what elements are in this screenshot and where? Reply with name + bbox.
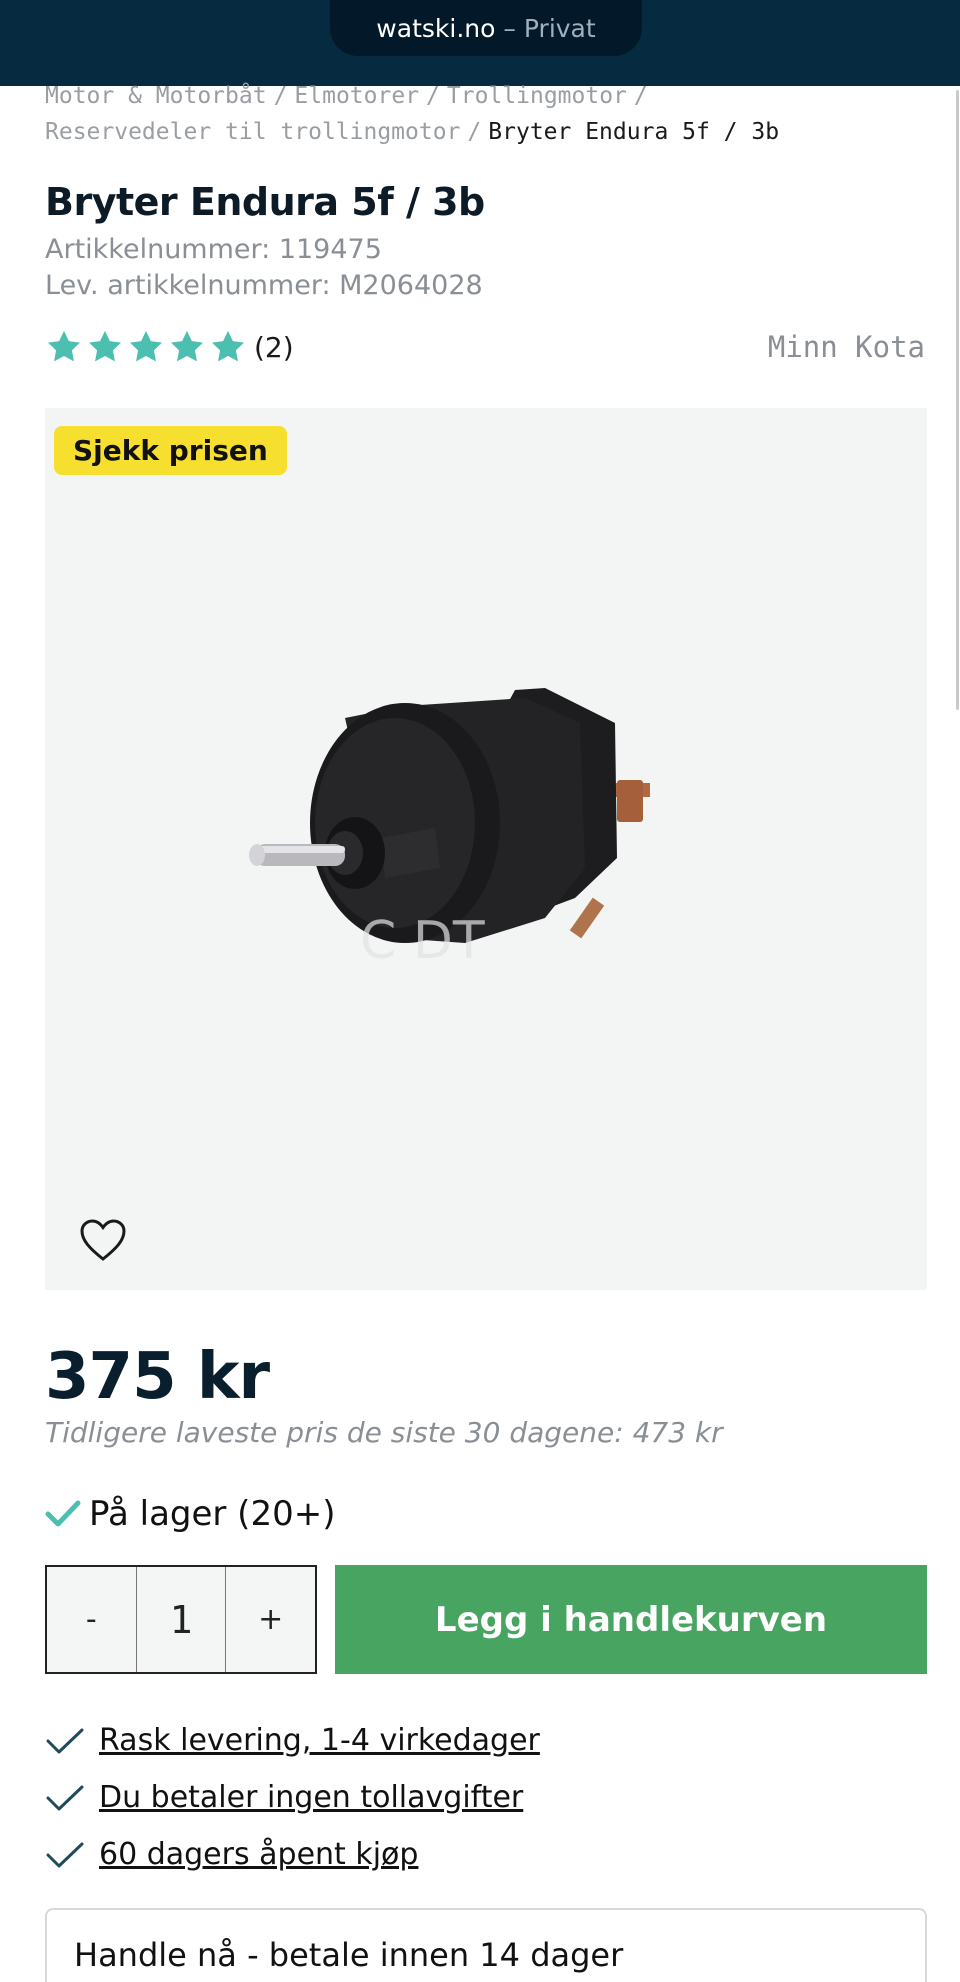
browser-topbar: watski.no – Privat (0, 0, 960, 86)
benefits-list: Rask levering, 1-4 virkedager Du betaler… (45, 1712, 540, 1883)
benefit-item: Rask levering, 1-4 virkedager (45, 1712, 540, 1769)
star-icon (212, 330, 244, 362)
breadcrumb-link-elmotorer[interactable]: Elmotorer (294, 83, 419, 109)
breadcrumb-link-reservedeler[interactable]: Reservedeler til trollingmotor (45, 119, 460, 145)
stock-label: På lager (20+) (89, 1494, 336, 1534)
star-icon (48, 330, 80, 362)
private-mode-label: Privat (523, 13, 596, 43)
check-icon (46, 1785, 84, 1810)
price-check-badge: Sjekk prisen (54, 426, 287, 475)
star-icon (130, 330, 162, 362)
article-number: Artikkelnummer: 119475 (45, 234, 382, 265)
breadcrumb: Motor & Motorbåt / Elmotorer / Trollingmotor… (45, 78, 925, 150)
product-image-area[interactable]: Sjekk prisen C DT (45, 408, 927, 1290)
benefit-item: 60 dagers åpent kjøp (45, 1826, 540, 1883)
benefit-item: Du betaler ingen tollavgifter (45, 1769, 540, 1826)
benefit-link-customs[interactable]: Du betaler ingen tollavgifter (99, 1780, 523, 1815)
breadcrumb-link-trollingmotor[interactable]: Trollingmotor (447, 83, 627, 109)
payment-option-label: Handle nå - betale innen 14 dager (74, 1936, 624, 1974)
check-icon (46, 1728, 84, 1753)
product-title: Bryter Endura 5f / 3b (45, 180, 485, 224)
decrement-button[interactable]: - (47, 1567, 136, 1672)
quantity-stepper: - 1 + (45, 1565, 317, 1674)
quantity-input[interactable]: 1 (135, 1567, 227, 1672)
svg-text:C DT: C DT (360, 911, 485, 971)
url-bar[interactable]: watski.no – Privat (330, 0, 642, 56)
product-rating[interactable]: (2) (45, 328, 294, 366)
product-price: 375 kr (45, 1340, 270, 1414)
url-separator: – (503, 13, 516, 43)
breadcrumb-current: Bryter Endura 5f / 3b (488, 119, 780, 145)
supplier-article-number: Lev. artikkelnummer: M2064028 (45, 270, 483, 301)
breadcrumb-separator: / (633, 83, 648, 109)
star-icon (171, 330, 203, 362)
benefit-link-delivery[interactable]: Rask levering, 1-4 virkedager (99, 1723, 540, 1758)
star-icon (89, 330, 121, 362)
scrollbar[interactable] (956, 90, 959, 710)
breadcrumb-separator: / (467, 119, 482, 145)
payment-option-box[interactable]: Handle nå - betale innen 14 dager (45, 1908, 927, 1982)
add-to-cart-button[interactable]: Legg i handlekurven (335, 1565, 927, 1674)
url-host: watski.no (376, 13, 496, 43)
rating-count: (2) (254, 330, 294, 364)
breadcrumb-separator: / (426, 83, 440, 109)
check-icon (46, 1842, 84, 1867)
previous-lowest-price: Tidligere laveste pris de siste 30 dagen… (45, 1416, 723, 1449)
breadcrumb-separator: / (273, 83, 288, 109)
benefit-link-return[interactable]: 60 dagers åpent kjøp (99, 1837, 418, 1872)
breadcrumb-link-motor[interactable]: Motor & Motorbåt (45, 83, 267, 109)
heart-outline-icon[interactable] (79, 1218, 127, 1262)
check-icon (45, 1500, 81, 1527)
stock-status: På lager (20+) (45, 1494, 335, 1534)
increment-button[interactable]: + (226, 1567, 315, 1672)
product-image: C DT (249, 688, 650, 971)
brand-link[interactable]: Minn Kota (768, 330, 925, 364)
